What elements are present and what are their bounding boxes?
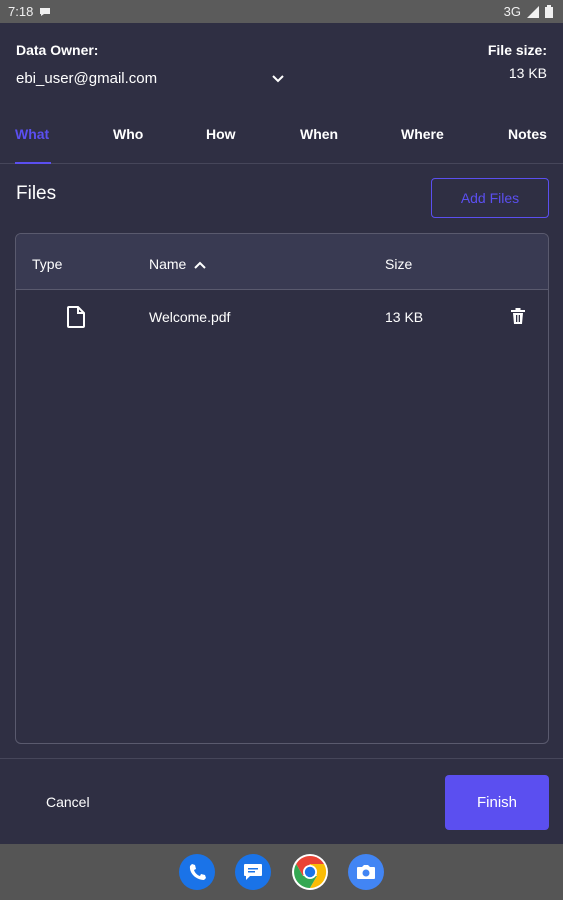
data-owner-label: Data Owner: bbox=[16, 42, 99, 58]
status-bar: 7:18 3G bbox=[0, 0, 563, 23]
data-owner-dropdown[interactable]: ebi_user@gmail.com bbox=[16, 66, 284, 90]
file-name: Welcome.pdf bbox=[149, 309, 231, 325]
table-header: Type Name Size bbox=[16, 234, 548, 290]
footer-divider bbox=[0, 758, 563, 759]
sort-ascending-icon bbox=[194, 256, 207, 272]
file-size-value: 13 KB bbox=[508, 65, 547, 81]
column-header-type[interactable]: Type bbox=[32, 256, 62, 272]
camera-icon[interactable] bbox=[348, 854, 384, 890]
finish-button[interactable]: Finish bbox=[445, 775, 549, 830]
status-time: 7:18 bbox=[8, 4, 34, 19]
delete-icon[interactable] bbox=[511, 308, 525, 327]
files-table: Type Name Size Welcome.pdf 13 KB bbox=[15, 233, 549, 744]
active-tab-indicator bbox=[15, 162, 51, 164]
tab-where[interactable]: Where bbox=[401, 126, 444, 142]
column-header-name-label: Name bbox=[149, 256, 187, 272]
cancel-button[interactable]: Cancel bbox=[46, 794, 90, 810]
network-type: 3G bbox=[503, 4, 521, 19]
battery-icon bbox=[545, 5, 553, 18]
tab-what[interactable]: What bbox=[15, 126, 49, 142]
column-header-size[interactable]: Size bbox=[385, 256, 412, 272]
tab-bar: What Who How When Where Notes bbox=[0, 112, 563, 164]
tab-notes[interactable]: Notes bbox=[508, 126, 547, 142]
notification-icon bbox=[39, 7, 51, 17]
file-size-label: File size: bbox=[487, 42, 547, 58]
column-header-name[interactable]: Name bbox=[149, 256, 207, 272]
chrome-icon[interactable] bbox=[292, 854, 328, 890]
tab-who[interactable]: Who bbox=[113, 126, 143, 142]
add-files-button[interactable]: Add Files bbox=[431, 178, 549, 218]
tab-when[interactable]: When bbox=[300, 126, 338, 142]
dock-bar bbox=[0, 844, 563, 900]
table-row[interactable]: Welcome.pdf 13 KB bbox=[16, 291, 548, 345]
tab-how[interactable]: How bbox=[206, 126, 236, 142]
file-size: 13 KB bbox=[385, 309, 424, 325]
file-icon bbox=[67, 306, 85, 331]
signal-icon bbox=[527, 5, 539, 18]
phone-icon[interactable] bbox=[179, 854, 215, 890]
files-heading: Files bbox=[16, 183, 57, 204]
messages-icon[interactable] bbox=[235, 854, 271, 890]
data-owner-value: ebi_user@gmail.com bbox=[16, 69, 158, 87]
chevron-down-icon bbox=[272, 70, 284, 87]
